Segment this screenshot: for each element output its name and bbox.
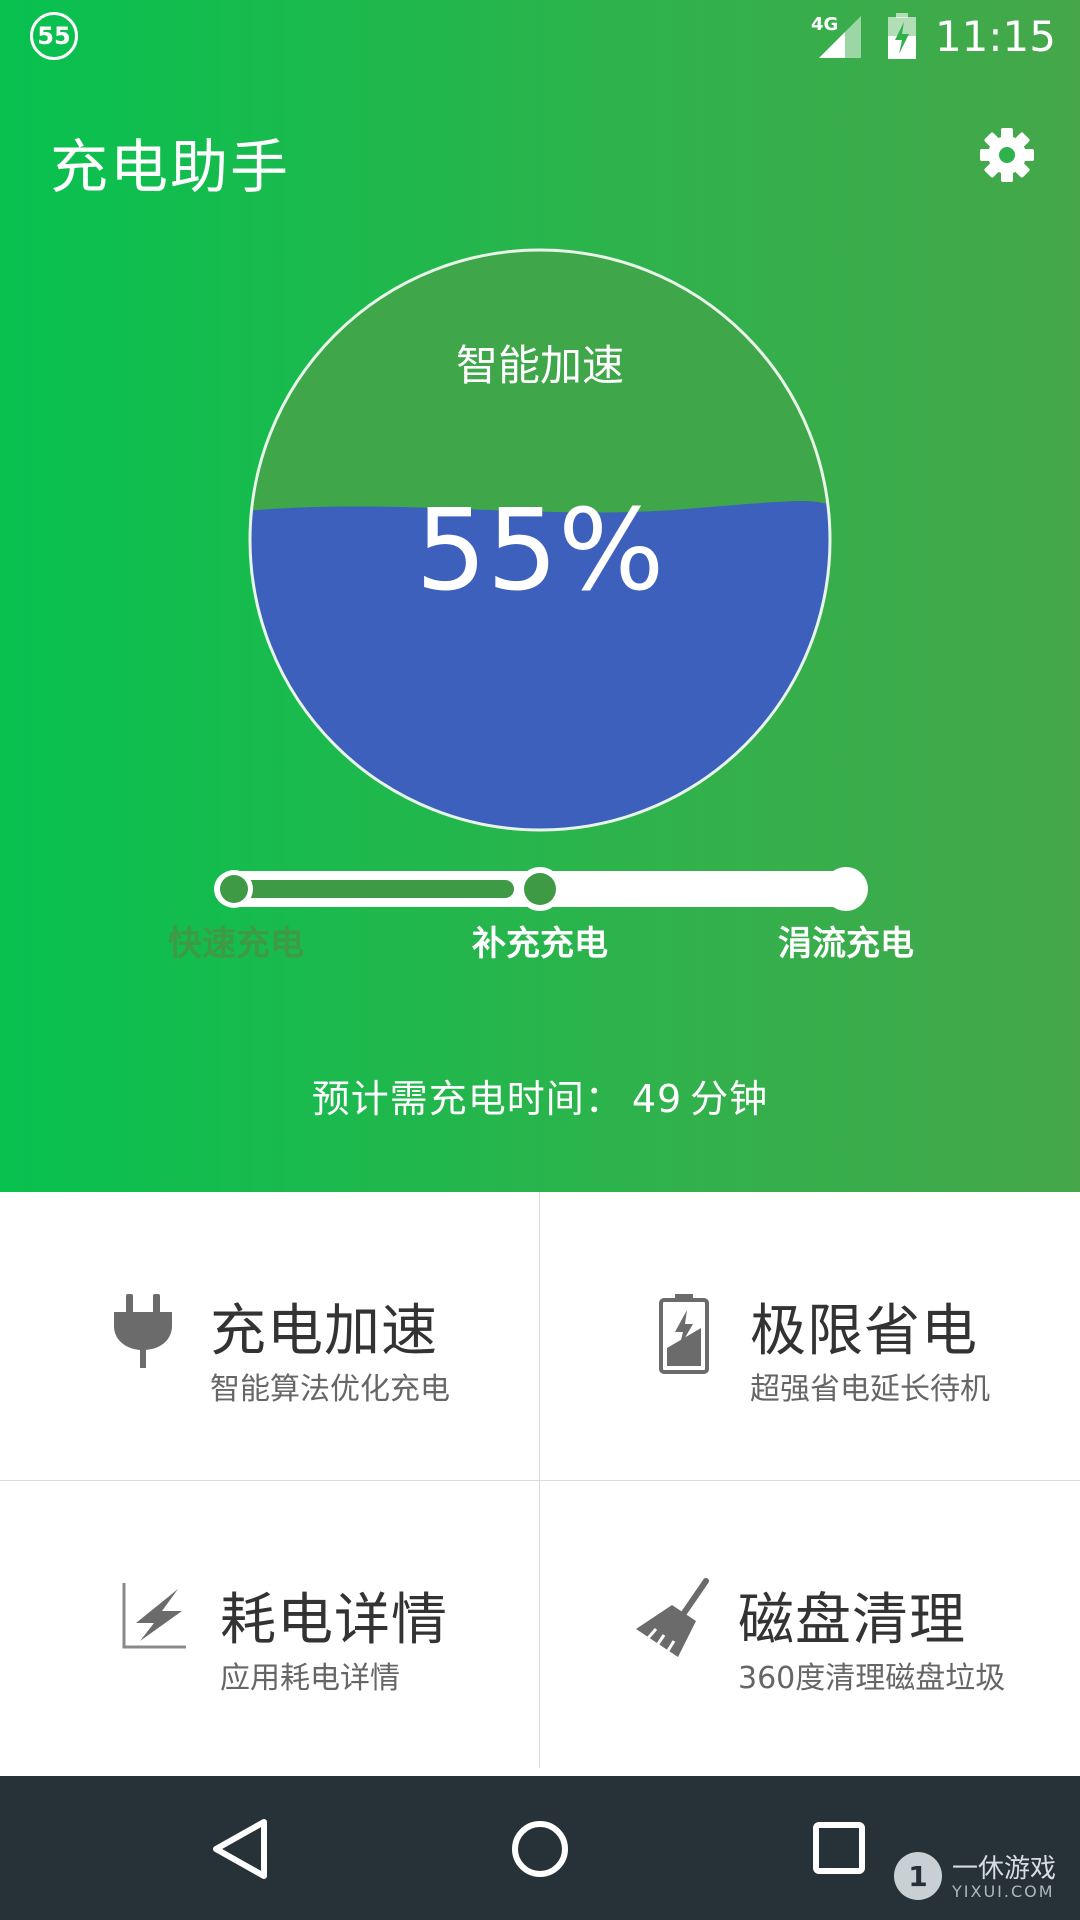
- feature-disk-cleanup[interactable]: 磁盘清理 360度清理磁盘垃圾: [540, 1481, 1079, 1769]
- charging-hero: 55 4G 11:15 充电助手 智能加速 55% 快速充电 补充充电 涓流充电…: [0, 0, 1080, 1192]
- feature-title: 耗电详情: [220, 1588, 448, 1653]
- settings-gear-icon[interactable]: [978, 126, 1036, 184]
- signal-icon: 4G: [811, 14, 861, 58]
- feature-title: 磁盘清理: [738, 1588, 966, 1653]
- watermark-logo-icon: 1: [894, 1852, 942, 1900]
- battery-charging-icon: [887, 13, 916, 59]
- watermark-name: 一休游戏: [952, 1854, 1057, 1884]
- clock: 11:15: [934, 11, 1056, 61]
- stage-dot-fast: [220, 875, 248, 903]
- watermark: 1 一休游戏 YIXUI.COM: [892, 1846, 1072, 1910]
- battery-gauge: 智能加速 55%: [246, 246, 834, 834]
- network-type: 4G: [811, 14, 838, 35]
- notification-badge: 55: [30, 12, 78, 60]
- feature-subtitle: 超强省电延长待机: [750, 1372, 990, 1407]
- battery-saver-icon: [659, 1294, 709, 1374]
- gauge-mode-label: 智能加速: [455, 341, 624, 390]
- charge-time-estimate: 预计需充电时间： 49 分钟: [0, 1068, 1080, 1123]
- feature-title: 充电加速: [210, 1299, 438, 1364]
- broom-icon: [636, 1578, 709, 1658]
- feature-power-usage[interactable]: 耗电详情 应用耗电详情: [0, 1481, 539, 1769]
- feature-subtitle: 智能算法优化充电: [210, 1372, 450, 1407]
- power-chart-icon: [122, 1583, 186, 1649]
- stage-dot-trickle: [824, 867, 868, 911]
- stage-label-trickle: 涓流充电: [778, 924, 914, 964]
- feature-power-saving[interactable]: 极限省电 超强省电延长待机: [540, 1192, 1079, 1480]
- back-icon[interactable]: [200, 1814, 280, 1884]
- stage-label-supplement: 补充充电: [472, 924, 608, 964]
- watermark-domain: YIXUI.COM: [952, 1882, 1055, 1901]
- eta-prefix: 预计需充电时间：: [311, 1077, 624, 1121]
- app-title: 充电助手: [50, 133, 291, 201]
- recents-icon[interactable]: [800, 1814, 880, 1884]
- stage-label-fast: 快速充电: [168, 924, 304, 964]
- charge-stage-slider: [214, 867, 868, 911]
- eta-value: 49: [631, 1077, 683, 1121]
- eta-unit: 分钟: [690, 1077, 769, 1121]
- stage-progress: [224, 880, 514, 898]
- svg-text:1: 1: [908, 1860, 927, 1893]
- feature-title: 极限省电: [750, 1299, 978, 1364]
- battery-percent: 55%: [415, 486, 665, 616]
- status-bar: 55 4G 11:15: [0, 0, 1080, 72]
- feature-charge-boost[interactable]: 充电加速 智能算法优化充电: [0, 1192, 539, 1480]
- feature-subtitle: 应用耗电详情: [220, 1661, 400, 1696]
- home-icon[interactable]: [500, 1814, 580, 1884]
- feature-grid: 充电加速 智能算法优化充电 极限省电 超强省电延长待机 耗电详情 应用耗电详情 …: [0, 1192, 1080, 1776]
- plug-icon: [114, 1294, 172, 1368]
- feature-subtitle: 360度清理磁盘垃圾: [738, 1661, 1006, 1696]
- stage-dot-supplement: [524, 873, 556, 905]
